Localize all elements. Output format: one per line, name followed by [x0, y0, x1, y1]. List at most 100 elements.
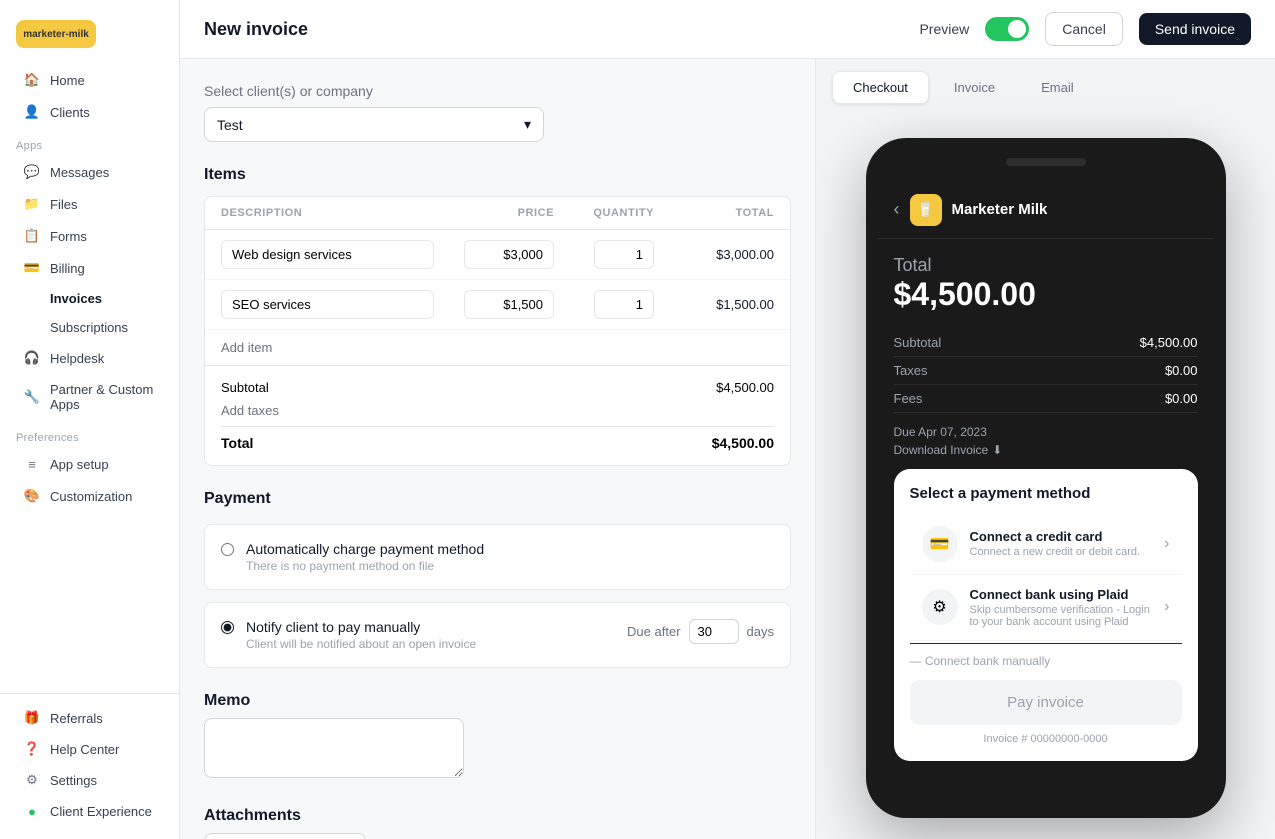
content-area: Select client(s) or company Test ▾ Items… — [180, 59, 1275, 839]
items-table: DESCRIPTION PRICE QUANTITY TOTAL — [204, 196, 791, 466]
item-qty-input-2[interactable] — [594, 290, 654, 319]
sidebar-partner-label: Partner & Custom Apps — [50, 382, 155, 412]
chevron-down-icon: ▾ — [524, 116, 531, 133]
sidebar-item-helpdesk[interactable]: 🎧 Helpdesk — [8, 343, 171, 373]
sidebar-item-referrals[interactable]: 🎁 Referrals — [8, 703, 171, 733]
back-icon[interactable]: ‹ — [894, 199, 900, 220]
billing-icon: 💳 — [24, 260, 40, 276]
messages-icon: 💬 — [24, 164, 40, 180]
attachments-section: Attachments ⬆ Upload attachment — [204, 807, 791, 839]
forms-icon: 📋 — [24, 228, 40, 244]
sidebar-messages-label: Messages — [50, 165, 109, 180]
sidebar-item-clients[interactable]: 👤 Clients — [8, 97, 171, 127]
partner-icon: 🔧 — [24, 389, 40, 405]
sidebar-invoices-label: Invoices — [50, 291, 102, 306]
client-selected-value: Test — [217, 117, 243, 133]
memo-textarea[interactable] — [204, 718, 464, 778]
credit-card-info: Connect a credit card Connect a new cred… — [970, 529, 1153, 558]
item-total-2: $1,500.00 — [654, 297, 774, 312]
phone-total-label: Total — [894, 255, 1198, 276]
sidebar-item-billing[interactable]: 💳 Billing — [8, 253, 171, 283]
payment-option-plaid[interactable]: ⚙ Connect bank using Plaid Skip cumberso… — [910, 575, 1182, 641]
customization-icon: 🎨 — [24, 488, 40, 504]
sidebar-item-appsetup[interactable]: ≡ App setup — [8, 449, 171, 479]
item-qty-input-1[interactable] — [594, 240, 654, 269]
total-row: Total $4,500.00 — [221, 426, 774, 455]
sidebar-item-helpcenter[interactable]: ❓ Help Center — [8, 734, 171, 764]
sidebar-item-clients-label: Clients — [50, 105, 90, 120]
appsetup-icon: ≡ — [24, 456, 40, 472]
totals-area: Subtotal $4,500.00 Add taxes Total $4,50… — [205, 365, 790, 465]
auto-charge-radio[interactable] — [221, 543, 234, 556]
payment-method-title: Select a payment method — [910, 485, 1182, 502]
sidebar-item-home[interactable]: 🏠 Home — [8, 65, 171, 95]
download-icon: ⬇ — [992, 443, 1002, 457]
sidebar-appsetup-label: App setup — [50, 457, 109, 472]
sidebar-item-forms[interactable]: 📋 Forms — [8, 221, 171, 251]
sidebar-item-partner[interactable]: 🔧 Partner & Custom Apps — [8, 375, 171, 419]
main-area: New invoice Preview Cancel Send invoice … — [180, 0, 1275, 839]
sidebar-item-messages[interactable]: 💬 Messages — [8, 157, 171, 187]
phone-notch — [1006, 158, 1086, 166]
sidebar-item-customization[interactable]: 🎨 Customization — [8, 481, 171, 511]
client-select[interactable]: Test ▾ — [204, 107, 544, 142]
item-price-input-1[interactable] — [464, 240, 554, 269]
sidebar-helpdesk-label: Helpdesk — [50, 351, 104, 366]
days-label: days — [747, 624, 774, 639]
preview-tabs: Checkout Invoice Email — [816, 59, 1275, 116]
subtotal-value: $4,500.00 — [716, 380, 774, 395]
item-description-input-2[interactable] — [221, 290, 434, 319]
sidebar-referrals-label: Referrals — [50, 711, 103, 726]
phone-frame: ‹ 🥛 Marketer Milk Total $4,500.00 Subtot… — [866, 138, 1226, 818]
arrow-right-icon: › — [1164, 535, 1169, 553]
phone-subtotal-value: $4,500.00 — [1140, 335, 1198, 350]
sidebar-settings-label: Settings — [50, 773, 97, 788]
item-total-1: $3,000.00 — [654, 247, 774, 262]
subtotal-row: Subtotal $4,500.00 — [221, 376, 774, 399]
phone-total-amount: $4,500.00 — [894, 276, 1198, 313]
sidebar-customization-label: Customization — [50, 489, 132, 504]
phone-download-invoice[interactable]: Download Invoice ⬇ — [894, 443, 1198, 457]
plaid-sub: Skip cumbersome verification - Login to … — [970, 604, 1153, 628]
home-icon: 🏠 — [24, 72, 40, 88]
client-section-label: Select client(s) or company — [204, 83, 791, 99]
settings-icon: ⚙ — [24, 772, 40, 788]
cancel-button[interactable]: Cancel — [1045, 12, 1123, 46]
items-section: Items DESCRIPTION PRICE QUANTITY TOTAL — [204, 166, 791, 466]
client-exp-icon: ● — [24, 803, 40, 819]
payment-title: Payment — [204, 490, 791, 508]
manual-notify-radio[interactable] — [221, 621, 234, 634]
payment-section: Payment Automatically charge payment met… — [204, 490, 791, 668]
sidebar-forms-label: Forms — [50, 229, 87, 244]
phone-wrapper: ‹ 🥛 Marketer Milk Total $4,500.00 Subtot… — [816, 116, 1275, 839]
phone-subtotal-label: Subtotal — [894, 335, 942, 350]
sidebar-item-subscriptions[interactable]: Subscriptions — [8, 314, 171, 341]
sidebar-item-client-experience[interactable]: ● Client Experience — [8, 796, 171, 826]
sidebar-item-settings[interactable]: ⚙ Settings — [8, 765, 171, 795]
add-item-link[interactable]: Add item — [205, 330, 790, 365]
sidebar-logo: marketer-milk — [0, 12, 179, 64]
send-invoice-button[interactable]: Send invoice — [1139, 13, 1251, 45]
add-taxes-link[interactable]: Add taxes — [221, 399, 774, 422]
upload-attachment-button[interactable]: ⬆ Upload attachment — [204, 833, 366, 839]
sidebar-item-invoices[interactable]: Invoices — [8, 285, 171, 312]
pay-invoice-button[interactable]: Pay invoice — [910, 680, 1182, 725]
plaid-info: Connect bank using Plaid Skip cumbersome… — [970, 587, 1153, 628]
plaid-icon: ⚙ — [922, 589, 958, 625]
attachments-title: Attachments — [204, 807, 791, 825]
tab-checkout[interactable]: Checkout — [832, 71, 929, 104]
due-days-input[interactable] — [689, 619, 739, 644]
payment-option-credit-card[interactable]: 💳 Connect a credit card Connect a new cr… — [910, 514, 1182, 575]
phone-fees-label: Fees — [894, 391, 923, 406]
items-title: Items — [204, 166, 791, 184]
phone-brand-logo: 🥛 — [910, 194, 942, 226]
col-total: TOTAL — [654, 207, 774, 219]
logo-box: marketer-milk — [16, 20, 96, 48]
preview-toggle[interactable] — [985, 17, 1029, 41]
item-description-input-1[interactable] — [221, 240, 434, 269]
item-price-input-2[interactable] — [464, 290, 554, 319]
auto-charge-label: Automatically charge payment method — [246, 541, 484, 557]
sidebar-item-files[interactable]: 📁 Files — [8, 189, 171, 219]
tab-invoice[interactable]: Invoice — [933, 71, 1016, 104]
tab-email[interactable]: Email — [1020, 71, 1095, 104]
